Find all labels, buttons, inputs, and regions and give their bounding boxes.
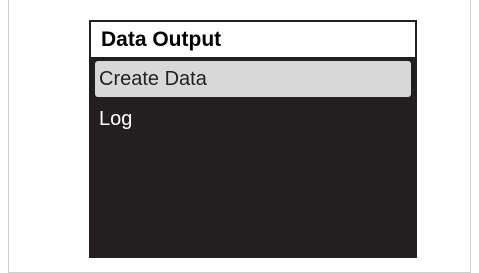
device-frame: Data Output Create Data Log (8, 0, 471, 273)
menu-item-label: Log (99, 107, 133, 130)
menu-item-create-data[interactable]: Create Data (95, 61, 411, 97)
screen-title: Data Output (91, 22, 415, 59)
device-screen: Data Output Create Data Log (89, 20, 417, 258)
screen-title-text: Data Output (101, 27, 222, 51)
menu-list: Create Data Log (91, 59, 415, 137)
menu-item-label: Create Data (99, 67, 207, 90)
menu-item-log[interactable]: Log (95, 101, 411, 137)
